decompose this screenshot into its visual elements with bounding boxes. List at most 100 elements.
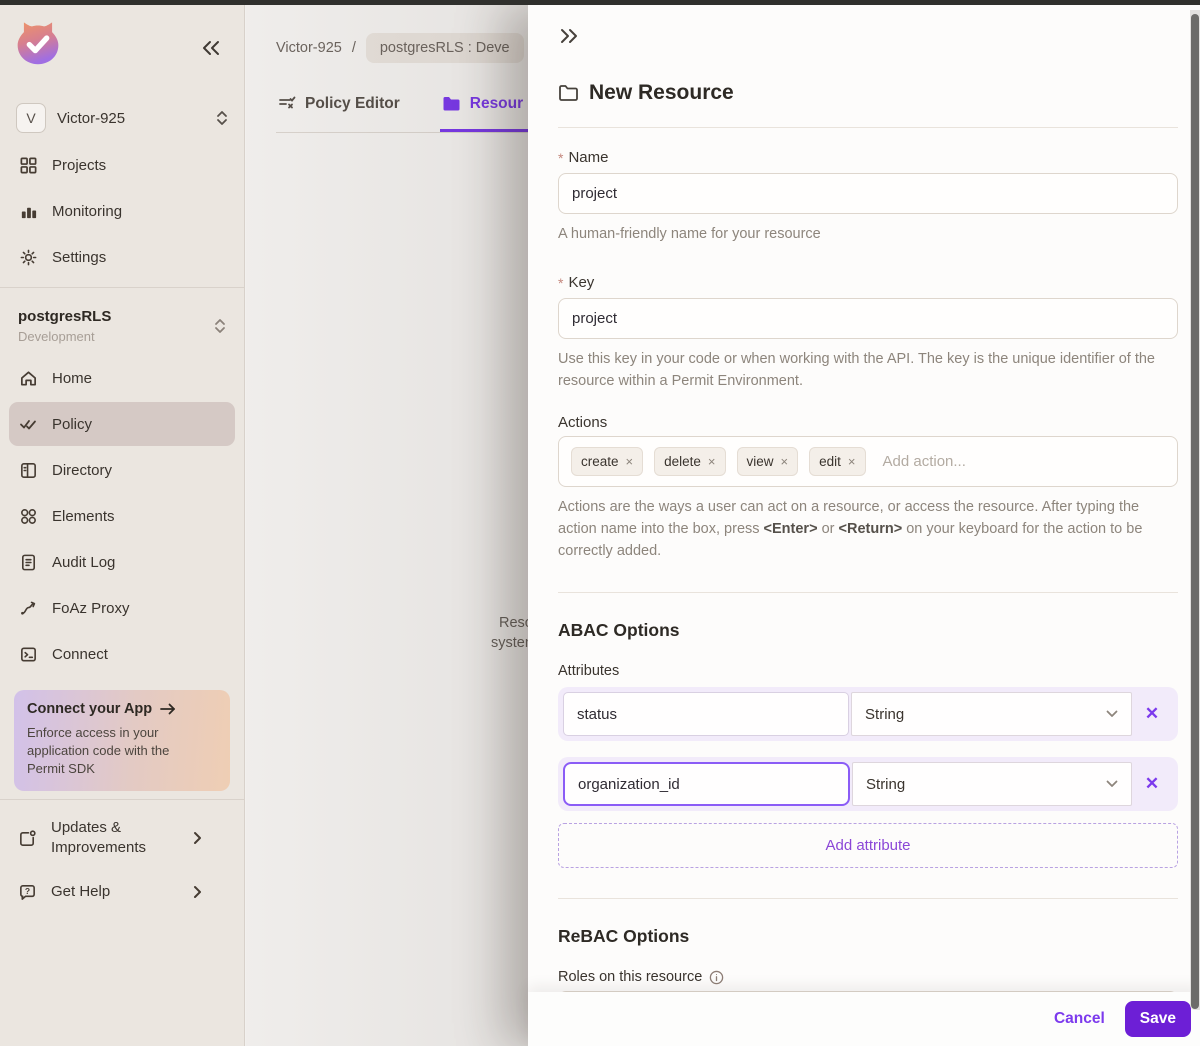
divider [558, 127, 1178, 128]
name-input[interactable] [558, 173, 1178, 214]
permit-logo [12, 17, 64, 69]
breadcrumb: Victor-925 / postgresRLS : Deve [276, 33, 524, 63]
top-dark-bar [0, 0, 1200, 5]
sidebar-divider [0, 799, 244, 800]
sidebar-item-label: Projects [52, 157, 106, 174]
sidebar-item-projects[interactable]: Projects [9, 143, 235, 187]
drawer-footer: Cancel Save [528, 992, 1200, 1046]
svg-text:?: ? [25, 885, 30, 895]
sidebar-item-elements[interactable]: Elements [9, 494, 235, 538]
sidebar-item-label: Get Help [51, 882, 179, 902]
remove-chip-icon[interactable]: × [708, 454, 716, 469]
sidebar-item-audit-log[interactable]: Audit Log [9, 540, 235, 584]
breadcrumb-environment-chip[interactable]: postgresRLS : Deve [366, 33, 524, 63]
sidebar-item-label: FoAz Proxy [52, 600, 130, 617]
grid-icon [18, 155, 38, 175]
chevron-updown-icon [214, 318, 226, 334]
attributes-label: Attributes [558, 663, 1178, 679]
breadcrumb-workspace[interactable]: Victor-925 [276, 40, 342, 56]
home-icon [18, 368, 38, 388]
name-helper-text: A human-friendly name for your resource [558, 223, 1178, 245]
action-chip: edit × [809, 447, 865, 476]
remove-chip-icon[interactable]: × [781, 454, 789, 469]
sidebar-item-get-help[interactable]: ? Get Help [9, 872, 235, 912]
key-helper-text: Use this key in your code or when workin… [558, 348, 1178, 392]
directory-icon [18, 460, 38, 480]
action-chip: create × [571, 447, 643, 476]
sidebar-item-label: Directory [52, 462, 112, 479]
sidebar-item-label: Elements [52, 508, 115, 525]
connect-your-app-card[interactable]: Connect your App Enforce access in your … [14, 690, 230, 791]
help-bubble-icon: ? [18, 883, 37, 902]
arrow-right-icon [160, 703, 176, 715]
breadcrumb-separator: / [352, 40, 356, 56]
folder-filled-icon [442, 96, 461, 112]
elements-icon [18, 506, 38, 526]
remove-attribute-icon[interactable]: ✕ [1132, 704, 1172, 724]
workspace-selector[interactable]: V Victor-925 [16, 103, 228, 133]
sidebar-item-policy[interactable]: Policy [9, 402, 235, 446]
tab-label: Policy Editor [305, 95, 400, 113]
attribute-row: String ✕ [558, 687, 1178, 741]
save-button[interactable]: Save [1125, 1001, 1191, 1037]
scrollbar-thumb[interactable] [1191, 14, 1199, 1009]
attribute-name-input[interactable] [563, 692, 849, 736]
sidebar-item-label: Monitoring [52, 203, 122, 220]
sidebar-item-foaz-proxy[interactable]: FoAz Proxy [9, 586, 235, 630]
sidebar-item-label: Settings [52, 249, 106, 266]
remove-attribute-icon[interactable]: ✕ [1132, 774, 1172, 794]
attribute-row: String ✕ [558, 757, 1178, 811]
connect-card-title: Connect your App [27, 701, 152, 717]
sidebar-item-home[interactable]: Home [9, 356, 235, 400]
remove-chip-icon[interactable]: × [626, 454, 634, 469]
sidebar-item-connect[interactable]: Connect [9, 632, 235, 676]
remove-chip-icon[interactable]: × [848, 454, 856, 469]
roles-label: Roles on this resource [558, 969, 1178, 985]
connect-card-body: Enforce access in your application code … [27, 724, 202, 778]
cancel-button[interactable]: Cancel [1054, 1010, 1105, 1028]
drawer-title: New Resource [589, 81, 734, 105]
sidebar-item-label: Policy [52, 416, 92, 433]
sidebar-item-settings[interactable]: Settings [9, 235, 235, 279]
drawer-scrollbar[interactable] [1190, 10, 1200, 1010]
updates-icon [18, 829, 37, 848]
attribute-type-select[interactable]: String [852, 762, 1132, 806]
sidebar-item-monitoring[interactable]: Monitoring [9, 189, 235, 233]
sidebar-item-directory[interactable]: Directory [9, 448, 235, 492]
attribute-type-select[interactable]: String [851, 692, 1132, 736]
sidebar: V Victor-925 Projects Monitoring [0, 5, 245, 1046]
chevron-right-icon [193, 831, 202, 845]
rebac-options-heading: ReBAC Options [558, 926, 1178, 947]
tab-policy-editor[interactable]: Policy Editor [276, 89, 402, 132]
project-selector[interactable]: postgresRLS Development [0, 296, 244, 354]
document-lines-icon [18, 552, 38, 572]
attribute-name-input[interactable] [563, 762, 850, 806]
key-field-label: * Key [558, 274, 1178, 291]
workspace-name: Victor-925 [57, 110, 205, 127]
sidebar-item-updates[interactable]: Updates & Improvements [9, 808, 235, 868]
required-asterisk: * [558, 275, 563, 291]
actions-tag-input[interactable]: create × delete × view × edit × Add acti… [558, 436, 1178, 487]
sidebar-divider [0, 287, 244, 288]
chevron-right-icon [193, 885, 202, 899]
divider [558, 898, 1178, 899]
chevron-down-icon [1106, 780, 1118, 788]
add-action-placeholder[interactable]: Add action... [883, 453, 966, 470]
chevron-down-icon [1106, 710, 1118, 718]
proxy-arrow-icon [18, 598, 38, 618]
drawer-expand-icon[interactable] [558, 27, 580, 45]
add-attribute-button[interactable]: Add attribute [558, 823, 1178, 868]
workspace-avatar: V [16, 103, 46, 133]
environment-name: Development [18, 329, 214, 344]
required-asterisk: * [558, 150, 563, 166]
sidebar-collapse-icon[interactable] [200, 39, 222, 57]
action-chip: delete × [654, 447, 725, 476]
tab-label: Resour [470, 95, 523, 113]
key-input[interactable] [558, 298, 1178, 339]
bar-chart-icon [18, 201, 38, 221]
folder-outline-icon [558, 84, 579, 102]
name-field-label: * Name [558, 149, 1178, 166]
chevron-updown-icon [216, 110, 228, 126]
project-nav: Home Policy Directory E [0, 356, 244, 676]
drawer-header: New Resource [558, 81, 1178, 105]
